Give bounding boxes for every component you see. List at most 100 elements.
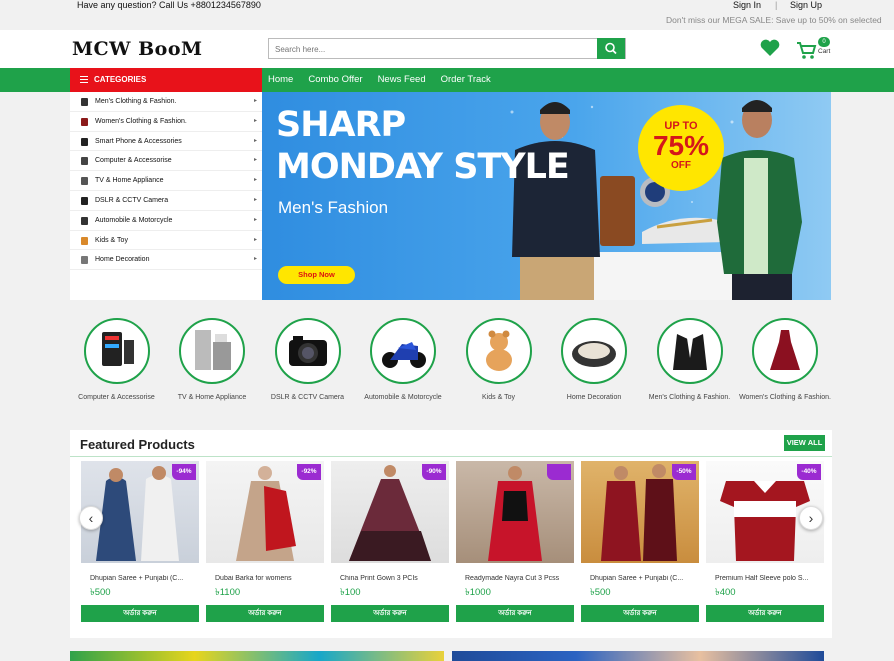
category-item[interactable]: Women's Clothing & Fashion. ▸: [70, 112, 262, 132]
heart-icon: [760, 39, 780, 56]
category-item[interactable]: Kids & Toy ▸: [70, 231, 262, 251]
carousel-prev-button[interactable]: ‹: [79, 506, 103, 530]
chevron-right-icon: ▸: [253, 177, 257, 184]
camera-icon: [81, 196, 88, 205]
product-image[interactable]: -92%: [206, 461, 324, 563]
dress-icon: [752, 318, 818, 384]
product-name[interactable]: Dhupian Saree + Punjabi (C...: [581, 575, 699, 582]
category-label: Automobile & Motorcycle: [95, 216, 173, 224]
chevron-right-icon: ▸: [253, 157, 257, 164]
product-card[interactable]: Readymade Nayra Cut 3 Pcss ৳1000 অর্ডার কর…: [456, 461, 574, 622]
discount-badge: [547, 464, 571, 480]
order-now-button[interactable]: অর্ডার করুন: [206, 605, 324, 622]
nav-order-track[interactable]: Order Track: [441, 68, 491, 92]
category-circle-label: TV & Home Appliance: [177, 394, 247, 401]
product-card[interactable]: -90% China Print Gown 3 PCIs ৳100 অর্ডার কর…: [331, 461, 449, 622]
category-circle[interactable]: Computer & Accessorise: [69, 318, 164, 403]
category-circle[interactable]: DSLR & CCTV Camera: [260, 318, 355, 403]
product-name[interactable]: Dubai Barka for womens: [206, 575, 324, 582]
category-circle-label: Automobile & Motorcycle: [364, 394, 442, 401]
category-circle-label: Men's Clothing & Fashion.: [648, 394, 731, 401]
product-price: ৳100: [340, 587, 361, 598]
shirt-icon: [81, 98, 88, 106]
discount-badge: -40%: [797, 464, 821, 480]
product-image[interactable]: [456, 461, 574, 563]
main-nav: CATEGORIES Home Combo Offer News Feed Or…: [0, 68, 894, 92]
category-item[interactable]: Home Decoration ▸: [70, 250, 262, 271]
site-logo[interactable]: MCW BooM: [72, 38, 203, 60]
search-input[interactable]: [269, 40, 597, 59]
camera-icon: [274, 318, 341, 384]
category-label: Kids & Toy: [95, 236, 128, 244]
toy-icon: [81, 236, 88, 245]
order-now-button[interactable]: অর্ডার করুন: [581, 605, 699, 622]
discount-badge: -92%: [297, 464, 321, 480]
product-name[interactable]: Dhupian Saree + Punjabi (C...: [81, 575, 199, 582]
category-item[interactable]: Computer & Accessorise ▸: [70, 151, 262, 172]
category-item[interactable]: Men's Clothing & Fashion. ▸: [70, 92, 262, 112]
nav-home[interactable]: Home: [268, 68, 293, 92]
hero-banner[interactable]: SHARP MONDAY STYLE Men's Fashion Shop No…: [262, 92, 831, 300]
deal-off: OFF: [671, 160, 691, 171]
cart-count-badge: 0: [818, 37, 830, 47]
shop-now-button[interactable]: Shop Now: [278, 266, 355, 284]
chevron-right-icon: ▸: [253, 256, 257, 263]
tv-icon: [81, 177, 88, 186]
discount-badge: -50%: [672, 464, 696, 480]
category-item[interactable]: Automobile & Motorcycle ▸: [70, 211, 262, 231]
product-price: ৳500: [590, 587, 611, 598]
discount-badge: -90%: [422, 464, 446, 480]
product-name[interactable]: Readymade Nayra Cut 3 Pcss: [456, 575, 574, 582]
separator: |: [775, 0, 778, 10]
sale-marquee: Don't miss our MEGA SALE: Save up to 50%…: [666, 15, 882, 25]
order-now-button[interactable]: অর্ডার করুন: [331, 605, 449, 622]
sign-up-link[interactable]: Sign Up: [790, 0, 822, 10]
teddy-bear-icon: [465, 318, 532, 384]
appliance-icon: [179, 318, 245, 384]
category-sidebar: Men's Clothing & Fashion. ▸ Women's Clothi…: [70, 92, 262, 300]
category-circle-label: Computer & Accessorise: [78, 394, 155, 401]
category-circle[interactable]: TV & Home Appliance: [165, 318, 260, 403]
category-label: DSLR & CCTV Camera: [95, 196, 169, 204]
cart-button[interactable]: 0 Cart: [796, 37, 832, 61]
product-card[interactable]: -50% Dhupian Saree + Punjabi (C... ৳500 অর্…: [581, 461, 699, 622]
categories-toggle[interactable]: CATEGORIES: [70, 68, 262, 92]
promo-banner-right[interactable]: [452, 651, 824, 661]
product-card[interactable]: -40% Premium Half Sleeve polo S... ৳400 অর্…: [706, 461, 824, 622]
category-circle[interactable]: Women's Clothing & Fashion.: [738, 318, 833, 403]
category-item[interactable]: TV & Home Appliance ▸: [70, 171, 262, 191]
search-button[interactable]: [597, 38, 625, 59]
carousel-next-button[interactable]: ›: [799, 506, 823, 530]
order-now-button[interactable]: অর্ডার করুন: [706, 605, 824, 622]
banner-headline: SHARP MONDAY STYLE: [276, 104, 570, 188]
nav-news-feed[interactable]: News Feed: [378, 68, 426, 92]
computer-icon: [81, 157, 88, 166]
chevron-right-icon: ▸: [253, 236, 257, 243]
category-item[interactable]: DSLR & CCTV Camera ▸: [70, 191, 262, 211]
product-name[interactable]: China Print Gown 3 PCIs: [331, 575, 449, 582]
sign-in-link[interactable]: Sign In: [733, 0, 761, 10]
category-circle[interactable]: Men's Clothing & Fashion.: [642, 318, 737, 403]
category-item[interactable]: Smart Phone & Accessories ▸: [70, 132, 262, 152]
product-price: ৳1100: [215, 587, 241, 598]
nav-combo-offer[interactable]: Combo Offer: [308, 68, 362, 92]
view-all-button[interactable]: VIEW ALL: [784, 435, 825, 451]
product-card[interactable]: -92% Dubai Barka for womens ৳1100 অর্ডার কর…: [206, 461, 324, 622]
category-circle[interactable]: Automobile & Motorcycle: [356, 318, 451, 403]
promo-banner-left[interactable]: [70, 651, 444, 661]
product-image[interactable]: -90%: [331, 461, 449, 563]
product-image[interactable]: -50%: [581, 461, 699, 563]
pet-bed-icon: [561, 318, 627, 384]
category-circles: Computer & Accessorise TV & Home Applianc…: [70, 318, 832, 418]
category-circle-label: Kids & Toy: [482, 394, 515, 401]
product-price: ৳400: [715, 587, 736, 598]
banner-headline-line1: SHARP: [276, 105, 406, 145]
product-name[interactable]: Premium Half Sleeve polo S...: [706, 575, 824, 582]
category-circle[interactable]: Home Decoration: [547, 318, 642, 403]
product-card[interactable]: -94% Dhupian Saree + Punjabi (C... ৳500 অর্…: [81, 461, 199, 622]
order-now-button[interactable]: অর্ডার করুন: [456, 605, 574, 622]
order-now-button[interactable]: অর্ডার করুন: [81, 605, 199, 622]
model-green-polo: [717, 100, 802, 300]
category-circle[interactable]: Kids & Toy: [451, 318, 546, 403]
wishlist-button[interactable]: [759, 38, 781, 58]
